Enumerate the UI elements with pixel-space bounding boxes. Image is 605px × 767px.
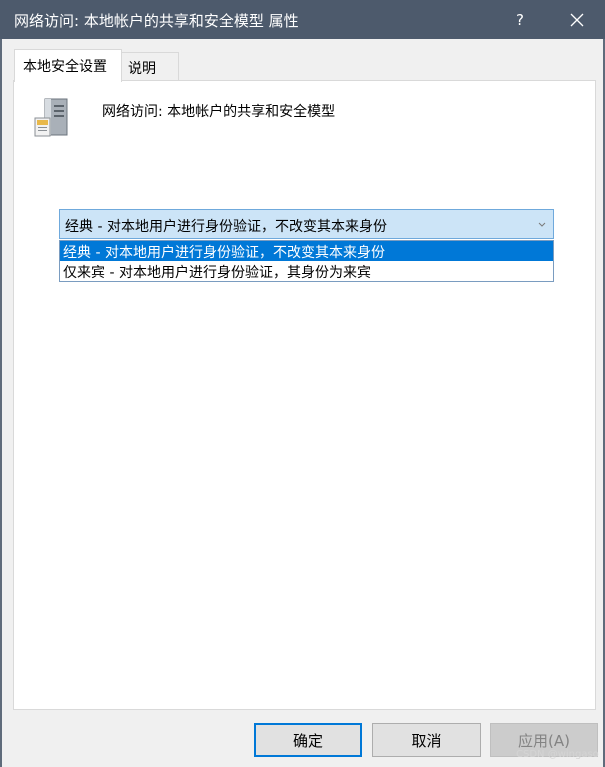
policy-name: 网络访问: 本地帐户的共享和安全模型	[102, 104, 336, 120]
option-guest-only[interactable]: 仅来宾 - 对本地用户进行身份验证，其身份为来宾	[60, 261, 553, 281]
window-title: 网络访问: 本地帐户的共享和安全模型 属性	[14, 12, 299, 30]
select-dropdown-list: 经典 - 对本地用户进行身份验证，不改变其本来身份 仅来宾 - 对本地用户进行身…	[59, 240, 554, 282]
option-classic[interactable]: 经典 - 对本地用户进行身份验证，不改变其本来身份	[60, 241, 553, 261]
cancel-button[interactable]: 取消	[372, 723, 481, 757]
watermark: CSDN @wingaso	[516, 749, 599, 760]
ok-button[interactable]: 确定	[254, 723, 362, 757]
select-value: 经典 - 对本地用户进行身份验证，不改变其本来身份	[65, 219, 387, 235]
close-button[interactable]	[549, 0, 605, 39]
security-model-select[interactable]: 经典 - 对本地用户进行身份验证，不改变其本来身份	[59, 209, 554, 239]
close-icon	[570, 13, 584, 26]
tab-panel	[13, 80, 596, 710]
title-bar: 网络访问: 本地帐户的共享和安全模型 属性 ?	[0, 0, 605, 39]
tab-explain[interactable]: 说明	[121, 52, 179, 81]
tab-local-security-setting[interactable]: 本地安全设置	[14, 49, 122, 82]
chevron-down-icon	[538, 222, 546, 227]
help-button[interactable]: ?	[492, 0, 548, 39]
window-frame-left	[0, 39, 2, 767]
server-icon	[34, 98, 68, 137]
